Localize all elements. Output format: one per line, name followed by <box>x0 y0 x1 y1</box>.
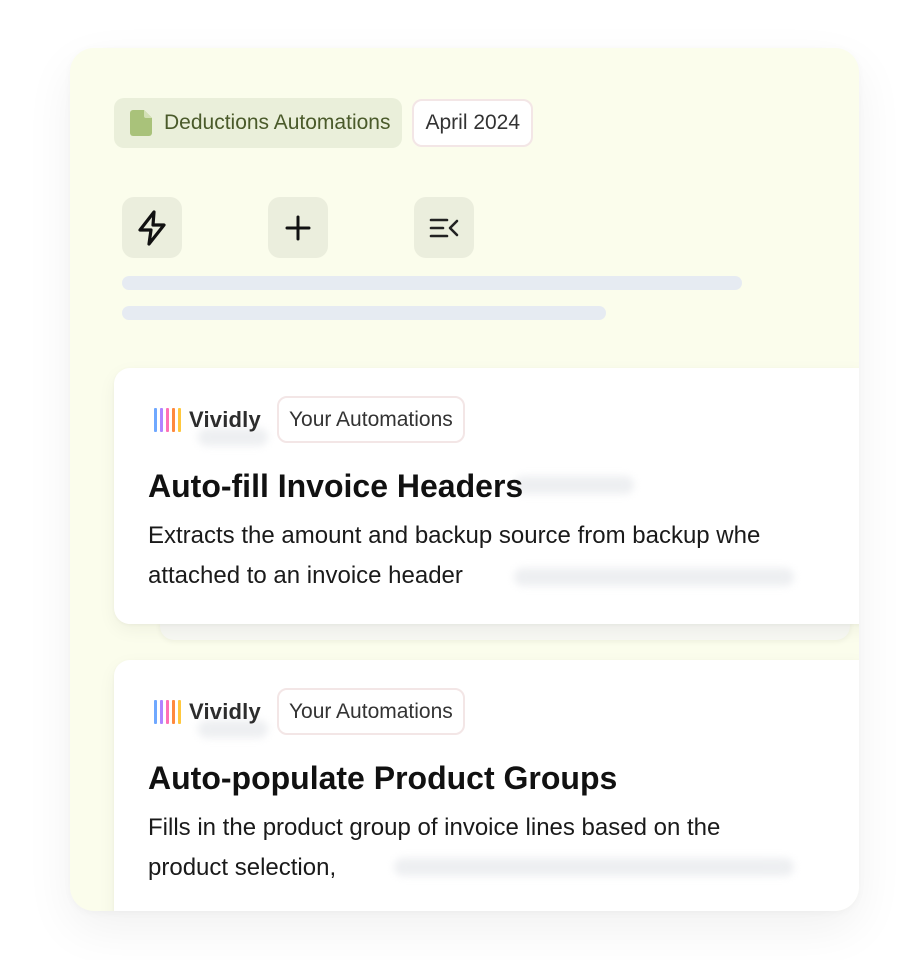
automation-tag[interactable]: Your Automations <box>276 688 465 735</box>
card-description-line: product selection, <box>148 854 337 881</box>
card-description-line: attached to an invoice header <box>148 562 463 589</box>
brand-name: Vividly <box>189 698 261 724</box>
brand-name: Vividly <box>189 406 261 432</box>
automations-panel: Deductions Automations April 2024 Vividl… <box>70 48 859 911</box>
card-header: Vividly Your Automations <box>154 396 465 443</box>
list-collapse-icon <box>429 217 459 239</box>
automation-tag[interactable]: Your Automations <box>276 396 465 443</box>
plus-icon <box>284 214 312 242</box>
automation-card[interactable]: Vividly Your Automations Auto-populate P… <box>114 660 859 911</box>
vividly-logo-icon <box>154 699 181 724</box>
card-description-line: Fills in the product group of invoice li… <box>148 814 721 841</box>
automation-card[interactable]: Vividly Your Automations Auto-fill Invoi… <box>114 368 859 624</box>
screen: Deductions Automations April 2024 Vividl… <box>0 0 907 960</box>
collapse-tool-button[interactable] <box>414 197 474 258</box>
breadcrumb-document-label: Deductions Automations <box>164 111 391 134</box>
card-description-line: Extracts the amount and backup source fr… <box>148 522 761 549</box>
add-tool-button[interactable] <box>268 197 328 258</box>
document-icon <box>130 110 152 136</box>
brand: Vividly <box>154 407 261 433</box>
brand: Vividly <box>154 699 261 725</box>
blurred-placeholder <box>514 476 634 494</box>
skeleton-line <box>122 306 606 320</box>
skeleton-line <box>122 276 742 290</box>
card-title: Auto-populate Product Groups <box>148 760 618 796</box>
breadcrumb-date[interactable]: April 2024 <box>412 99 534 147</box>
vividly-logo-icon <box>154 407 181 432</box>
lightning-icon <box>135 209 169 246</box>
card-header: Vividly Your Automations <box>154 688 465 735</box>
card-title: Auto-fill Invoice Headers <box>148 468 524 504</box>
breadcrumb: Deductions Automations April 2024 <box>114 98 534 148</box>
breadcrumb-document[interactable]: Deductions Automations <box>114 98 403 148</box>
automation-tool-button[interactable] <box>122 197 182 258</box>
